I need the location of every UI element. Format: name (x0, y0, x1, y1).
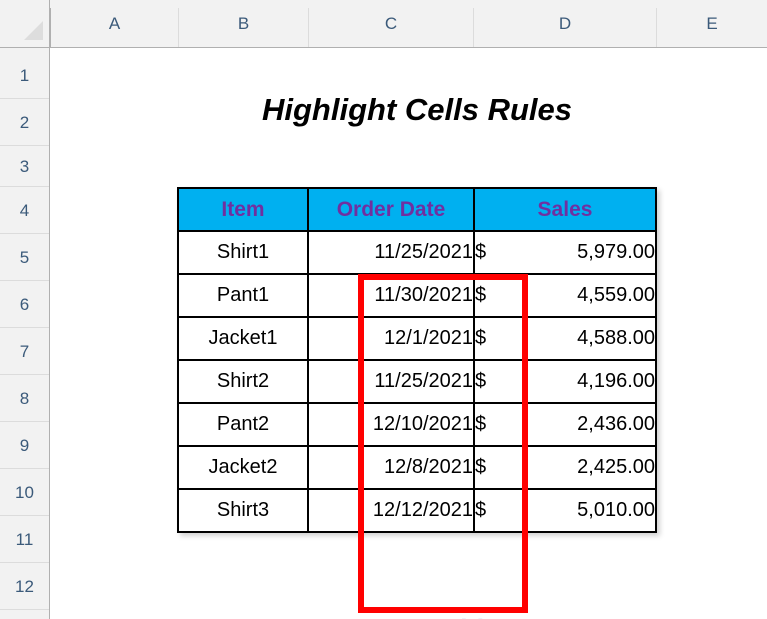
row-header-8[interactable]: 8 (0, 375, 49, 422)
column-header-strip: ABCDE (0, 0, 767, 48)
table-row: Shirt1 11/25/2021 $ 5,979.00 (177, 230, 657, 275)
column-header-d[interactable]: D (473, 8, 656, 47)
row-header-6[interactable]: 6 (0, 281, 49, 328)
table-row: Pant1 11/30/2021 $ 4,559.00 (177, 273, 657, 318)
sales-data-table: Item Order Date Sales Shirt1 11/25/2021 … (177, 187, 657, 533)
cell-item[interactable]: Shirt2 (177, 359, 309, 404)
cell-sales[interactable]: $ 4,559.00 (473, 273, 657, 318)
sheet-canvas[interactable]: Highlight Cells Rules Item Order Date Sa… (51, 48, 767, 619)
cell-order-date[interactable]: 11/30/2021 (307, 273, 475, 318)
currency-symbol: $ (475, 499, 487, 521)
row-header-2[interactable]: 2 (0, 99, 49, 146)
select-all-corner-button[interactable] (0, 0, 50, 47)
sales-amount: 2,436.00 (577, 413, 655, 435)
row-header-1[interactable]: 1 (0, 52, 49, 99)
row-header-7[interactable]: 7 (0, 328, 49, 375)
spreadsheet-window: Highlight Cells Rules Item Order Date Sa… (0, 0, 767, 619)
cell-item[interactable]: Pant1 (177, 273, 309, 318)
page-title: Highlight Cells Rules (261, 92, 573, 127)
row-header-strip: 1 2 3 4 5 6 7 8 9 10 11 12 (0, 48, 50, 619)
table-row: Shirt3 12/12/2021 $ 5,010.00 (177, 488, 657, 533)
sales-amount: 4,196.00 (577, 370, 655, 392)
column-header-b[interactable]: B (178, 8, 308, 47)
table-row: Shirt2 11/25/2021 $ 4,196.00 (177, 359, 657, 404)
sales-amount: 5,010.00 (577, 499, 655, 521)
cell-item[interactable]: Shirt1 (177, 230, 309, 275)
cell-sales[interactable]: $ 4,588.00 (473, 316, 657, 361)
row-header-4[interactable]: 4 (0, 187, 49, 234)
row-header-3[interactable]: 3 (0, 146, 49, 187)
table-row: Jacket2 12/8/2021 $ 2,425.00 (177, 445, 657, 490)
column-header-c[interactable]: C (308, 8, 473, 47)
currency-symbol: $ (475, 241, 487, 263)
cell-item[interactable]: Jacket1 (177, 316, 309, 361)
currency-symbol: $ (475, 284, 487, 306)
cell-order-date[interactable]: 12/12/2021 (307, 488, 475, 533)
sales-amount: 4,588.00 (577, 327, 655, 349)
currency-symbol: $ (475, 413, 487, 435)
column-header-order-date[interactable]: Order Date (307, 187, 475, 232)
currency-symbol: $ (475, 456, 487, 478)
cell-order-date[interactable]: 12/1/2021 (307, 316, 475, 361)
cell-order-date[interactable]: 12/8/2021 (307, 445, 475, 490)
row-header-12[interactable]: 12 (0, 563, 49, 610)
column-header-a[interactable]: A (50, 8, 178, 47)
currency-symbol: $ (475, 370, 487, 392)
row-header-5[interactable]: 5 (0, 234, 49, 281)
cell-sales[interactable]: $ 5,010.00 (473, 488, 657, 533)
row-header-10[interactable]: 10 (0, 469, 49, 516)
sales-amount: 2,425.00 (577, 456, 655, 478)
select-all-triangle-icon (24, 21, 43, 40)
sales-amount: 5,979.00 (577, 241, 655, 263)
cell-order-date[interactable]: 12/10/2021 (307, 402, 475, 447)
column-header-e[interactable]: E (656, 8, 767, 47)
cell-sales[interactable]: $ 4,196.00 (473, 359, 657, 404)
row-header-11[interactable]: 11 (0, 516, 49, 563)
cell-order-date[interactable]: 11/25/2021 (307, 230, 475, 275)
cell-sales[interactable]: $ 2,425.00 (473, 445, 657, 490)
cell-sales[interactable]: $ 5,979.00 (473, 230, 657, 275)
table-row: Pant2 12/10/2021 $ 2,436.00 (177, 402, 657, 447)
sales-amount: 4,559.00 (577, 284, 655, 306)
cell-item[interactable]: Shirt3 (177, 488, 309, 533)
column-header-item[interactable]: Item (177, 187, 309, 232)
column-header-sales[interactable]: Sales (473, 187, 657, 232)
cell-sales[interactable]: $ 2,436.00 (473, 402, 657, 447)
table-row: Jacket1 12/1/2021 $ 4,588.00 (177, 316, 657, 361)
cell-item[interactable]: Jacket2 (177, 445, 309, 490)
cell-order-date[interactable]: 11/25/2021 (307, 359, 475, 404)
row-header-9[interactable]: 9 (0, 422, 49, 469)
table-header-row: Item Order Date Sales (177, 187, 657, 232)
currency-symbol: $ (475, 327, 487, 349)
cell-item[interactable]: Pant2 (177, 402, 309, 447)
